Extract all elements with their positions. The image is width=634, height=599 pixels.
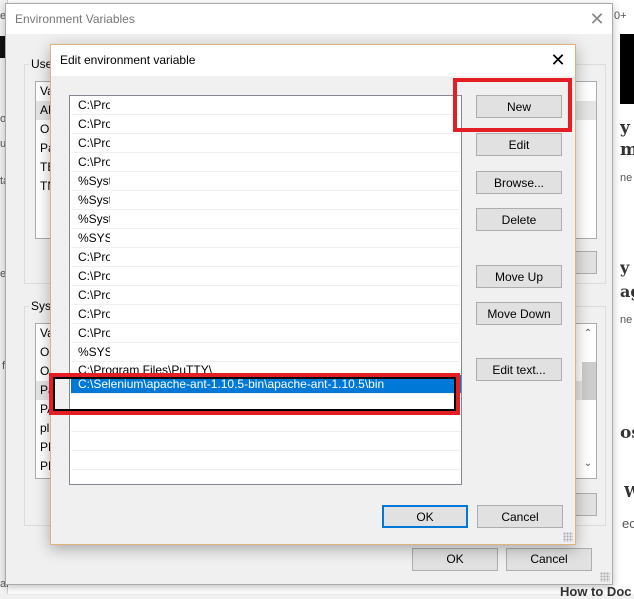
new-button[interactable]: New [476,95,562,118]
path-list-item[interactable]: %Syst [71,210,460,229]
close-icon[interactable]: ✕ [547,49,569,71]
path-list-item[interactable]: %Syst [71,172,460,191]
path-text: C:\Pro [78,250,110,264]
path-list-item[interactable]: C:\Pro [71,96,460,115]
path-list-item[interactable]: C:\Pro [71,248,460,267]
close-icon[interactable]: ✕ [586,8,608,30]
title-bar: Edit environment variable ✕ [51,45,575,76]
bg-heading: W [624,483,634,501]
path-list-item[interactable]: %SYST [71,343,460,362]
browse-button[interactable]: Browse... [476,171,562,194]
cancel-button[interactable]: Cancel [506,548,592,571]
cancel-button[interactable]: Cancel [477,505,563,528]
path-list-item[interactable]: C:\Pro [71,134,460,153]
path-list-item[interactable]: C:\Pro [71,115,460,134]
bg-heading: y t [620,258,634,277]
path-text: C:\Pro [78,288,110,302]
scroll-down-icon[interactable]: ⌄ [580,458,596,469]
dialog-title: Environment Variables [15,12,135,26]
resize-grip-icon[interactable] [600,572,610,582]
selected-path-item[interactable]: C:\Selenium\apache-ant-1.10.5-bin\apache… [71,375,461,394]
empty-path-row[interactable] [71,451,460,470]
path-list-item[interactable]: C:\Pro [71,286,460,305]
path-text: C:\Pro [78,307,110,321]
background-dark-band-right [620,34,634,104]
bg-text: ne [620,314,633,326]
scroll-up-icon[interactable]: ⌃ [580,328,596,339]
path-text: C:\Pro [78,98,110,112]
empty-path-row[interactable] [71,432,460,451]
path-text: C:\Pro [78,117,110,131]
path-list-item[interactable]: C:\Program Files\PuTTY\ [71,362,460,374]
path-list-item[interactable]: C:\Pro [71,305,460,324]
move-up-button[interactable]: Move Up [476,265,562,288]
bg-fragment: 0+ [614,10,627,22]
path-list-item[interactable]: C:\Pro [71,324,460,343]
edit-environment-variable-dialog: Edit environment variable ✕ C:\Pro C:\Pro… [50,44,576,545]
selected-path-text: C:\Selenium\apache-ant-1.10.5-bin\apache… [78,377,385,391]
bg-heading: y T [620,118,634,138]
path-text: %SYST [78,231,110,245]
path-list-item[interactable]: C:\Pro [71,153,460,172]
path-text: C:\Pro [78,326,110,340]
path-entries-list[interactable]: C:\Pro C:\Pro C:\Pro C:\Pro %Syst %Syst %Syst%… [69,95,462,485]
ok-button[interactable]: OK [382,505,468,528]
bg-heading: m [620,140,634,160]
path-text: C:\Program Files\PuTTY\ [78,363,213,374]
bg-heading: ag [620,282,634,301]
edit-text-button[interactable]: Edit text... [476,358,562,381]
bg-text: ne [620,172,633,184]
title-bar: Environment Variables ✕ [6,4,612,34]
path-list-item[interactable]: %SYST [71,229,460,248]
path-text: %Syst [78,174,110,188]
path-text: C:\Pro [78,136,110,150]
ok-button[interactable]: OK [412,548,498,571]
edit-button[interactable]: Edit [476,133,562,156]
delete-button[interactable]: Delete [476,208,562,231]
path-list-item[interactable]: C:\Pro [71,267,460,286]
empty-path-row[interactable] [71,394,460,413]
path-text: %Syst [78,193,110,207]
path-text: C:\Pro [78,269,110,283]
path-list-item[interactable]: %Syst [71,191,460,210]
path-text: %SYST [78,345,110,359]
dialog-title: Edit environment variable [60,53,196,67]
resize-grip-icon[interactable] [563,532,573,542]
path-text: %Syst [78,212,110,226]
bg-link: How to Doc [560,584,632,599]
path-text: C:\Pro [78,155,110,169]
move-down-button[interactable]: Move Down [476,302,562,325]
empty-path-row[interactable] [71,413,460,432]
bg-heading: os [620,423,634,443]
bg-text: ec [622,516,634,531]
scrollbar-thumb[interactable] [582,362,596,400]
